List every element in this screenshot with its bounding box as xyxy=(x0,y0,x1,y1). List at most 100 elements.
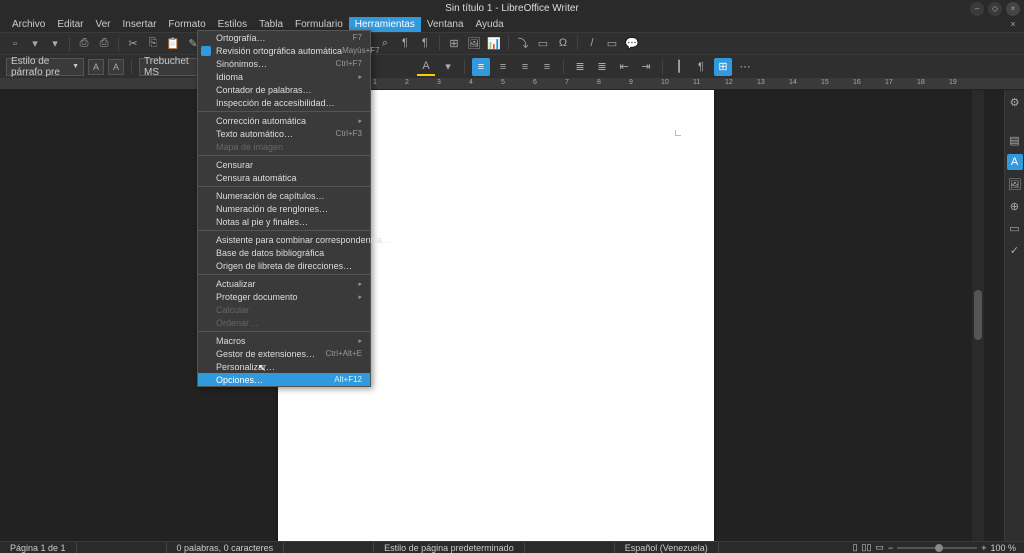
justify-icon[interactable]: ≡ xyxy=(538,58,556,76)
align-left-icon[interactable]: ≡ xyxy=(472,58,490,76)
sidebar-settings-icon[interactable]: ⚙ xyxy=(1007,94,1023,110)
menuitem-corrección-automática[interactable]: Corrección automática▸ xyxy=(198,114,370,127)
align-center-icon[interactable]: ≡ xyxy=(494,58,512,76)
horizontal-ruler[interactable]: 12345678910111213141516171819 xyxy=(0,78,1024,90)
paragraph-style-combo[interactable]: Estilo de párrafo pre▼ xyxy=(6,58,84,76)
menu-ayuda[interactable]: Ayuda xyxy=(470,17,510,32)
new-icon[interactable]: ▫ xyxy=(6,35,24,53)
maximize-button[interactable]: ◇ xyxy=(988,2,1002,16)
menuitem-actualizar[interactable]: Actualizar▸ xyxy=(198,277,370,290)
replace-icon[interactable]: ¶ xyxy=(396,34,414,52)
menu-editar[interactable]: Editar xyxy=(51,17,89,32)
line-spacing-icon[interactable]: ┃ xyxy=(670,58,688,76)
more-icon[interactable]: ⋯ xyxy=(736,58,754,76)
symbol-icon[interactable]: Ω xyxy=(554,34,572,52)
menuitem-macros[interactable]: Macros▸ xyxy=(198,334,370,347)
menuitem-asistente-para-combinar-correspondencia-[interactable]: Asistente para combinar correspondencia… xyxy=(198,233,370,246)
menuitem-mapa-de-imagen: Mapa de imagen xyxy=(198,140,370,153)
menuitem-calcular: Calcular xyxy=(198,303,370,316)
sidebar-properties-icon[interactable]: ▤ xyxy=(1007,132,1023,148)
font-color-icon[interactable]: ▾ xyxy=(439,58,457,76)
sidebar: ⚙ ▤ A 🖼 ⊕ ▭ ✓ xyxy=(1004,90,1024,541)
image-icon[interactable]: 🖼 xyxy=(465,34,483,52)
document-area[interactable] xyxy=(0,90,1004,541)
document-close-button[interactable]: × xyxy=(1006,17,1020,31)
status-wordcount[interactable]: 0 palabras, 0 caracteres xyxy=(167,542,285,553)
menuitem-censura-automática[interactable]: Censura automática xyxy=(198,171,370,184)
menu-ventana[interactable]: Ventana xyxy=(421,17,470,32)
menubar: ArchivoEditarVerInsertarFormatoEstilosTa… xyxy=(0,17,1024,32)
update-style-button[interactable]: A xyxy=(88,59,104,75)
menuitem-ortografía-[interactable]: Ortografía…F7 xyxy=(198,31,370,44)
save-icon[interactable]: ▾ xyxy=(46,35,64,53)
menu-ver[interactable]: Ver xyxy=(89,17,116,32)
menuitem-numeración-de-renglones-[interactable]: Numeración de renglones… xyxy=(198,202,370,215)
menuitem-origen-de-libreta-de-direcciones-[interactable]: Origen de libreta de direcciones… xyxy=(198,259,370,272)
hyperlink-icon[interactable]: / xyxy=(583,34,601,52)
view-single-icon[interactable]: ▯ xyxy=(853,542,858,553)
mouse-cursor-icon: ↖ xyxy=(258,363,266,374)
minimize-button[interactable]: – xyxy=(970,2,984,16)
zoom-value[interactable]: 100 % xyxy=(990,543,1016,553)
menuitem-proteger-documento[interactable]: Proteger documento▸ xyxy=(198,290,370,303)
vertical-scrollbar[interactable] xyxy=(972,90,984,541)
sidebar-styles-icon[interactable]: A xyxy=(1007,154,1023,170)
menuitem-texto-automático-[interactable]: Texto automático…Ctrl+F3 xyxy=(198,127,370,140)
zoom-slider[interactable] xyxy=(897,547,977,549)
number-list-icon[interactable]: ≣ xyxy=(593,58,611,76)
formatting-toolbar: Estilo de párrafo pre▼ A A Trebuchet MS▼… xyxy=(0,54,1024,78)
export-icon[interactable]: ⎙ xyxy=(75,35,93,53)
para-spacing-icon[interactable]: ¶ xyxy=(692,58,710,76)
sidebar-page-icon[interactable]: ▭ xyxy=(1007,220,1023,236)
print-icon[interactable]: ⎙ xyxy=(95,35,113,53)
menuitem-contador-de-palabras-[interactable]: Contador de palabras… xyxy=(198,83,370,96)
menuitem-notas-al-pie-y-finales-[interactable]: Notas al pie y finales… xyxy=(198,215,370,228)
status-language[interactable]: Español (Venezuela) xyxy=(615,542,719,553)
field-icon[interactable]: ▭ xyxy=(534,34,552,52)
menu-archivo[interactable]: Archivo xyxy=(6,17,51,32)
zoom-out-icon[interactable]: − xyxy=(888,543,893,553)
bullet-list-icon[interactable]: ≣ xyxy=(571,58,589,76)
status-page[interactable]: Página 1 de 1 xyxy=(0,542,77,553)
tools-menu: Ortografía…F7Revisión ortográfica automá… xyxy=(197,30,371,387)
outdent-icon[interactable]: ⇤ xyxy=(615,58,633,76)
menu-insertar[interactable]: Insertar xyxy=(117,17,163,32)
scrollbar-thumb[interactable] xyxy=(974,290,982,340)
menuitem-censurar[interactable]: Censurar xyxy=(198,158,370,171)
open-icon[interactable]: ▾ xyxy=(26,35,44,53)
comment-icon[interactable]: 💬 xyxy=(623,34,641,52)
menuitem-sinónimos-[interactable]: Sinónimos…Ctrl+F7 xyxy=(198,57,370,70)
grid-icon[interactable]: ⊞ xyxy=(714,58,732,76)
menuitem-numeración-de-capítulos-[interactable]: Numeración de capítulos… xyxy=(198,189,370,202)
menuitem-opciones-[interactable]: Opciones…Alt+F12 xyxy=(198,373,370,386)
titlebar: Sin título 1 - LibreOffice Writer – ◇ × xyxy=(0,0,1024,17)
sidebar-gallery-icon[interactable]: 🖼 xyxy=(1007,176,1023,192)
new-style-button[interactable]: A xyxy=(108,59,124,75)
nonprinting-icon[interactable]: ¶ xyxy=(416,34,434,52)
status-page-style[interactable]: Estilo de página predeterminado xyxy=(374,542,525,553)
zoom-in-icon[interactable]: + xyxy=(981,543,986,553)
paste-icon[interactable]: 📋 xyxy=(164,35,182,53)
footnote-icon[interactable]: ▭ xyxy=(603,34,621,52)
view-book-icon[interactable]: ▭ xyxy=(875,542,884,553)
sidebar-navigator-icon[interactable]: ⊕ xyxy=(1007,198,1023,214)
close-button[interactable]: × xyxy=(1006,2,1020,16)
menuitem-base-de-datos-bibliográfica[interactable]: Base de datos bibliográfica xyxy=(198,246,370,259)
copy-icon[interactable]: ⎘ xyxy=(144,35,162,53)
menuitem-idioma[interactable]: Idioma▸ xyxy=(198,70,370,83)
align-right-icon[interactable]: ≡ xyxy=(516,58,534,76)
text-cursor xyxy=(675,130,681,136)
menuitem-inspección-de-accesibilidad-[interactable]: Inspección de accesibilidad… xyxy=(198,96,370,109)
menuitem-revisión-ortográfica-automática[interactable]: Revisión ortográfica automáticaMayús+F7 xyxy=(198,44,370,57)
menuitem-gestor-de-extensiones-[interactable]: Gestor de extensiones…Ctrl+Alt+E xyxy=(198,347,370,360)
page-break-icon[interactable]: ⤵ xyxy=(514,34,532,52)
view-multi-icon[interactable]: ▯▯ xyxy=(862,542,872,553)
cut-icon[interactable]: ✂ xyxy=(124,35,142,53)
indent-icon[interactable]: ⇥ xyxy=(637,58,655,76)
chart-icon[interactable]: 📊 xyxy=(485,34,503,52)
highlight-color-icon[interactable]: A xyxy=(417,58,435,76)
menuitem-personalizar-[interactable]: Personalizar… xyxy=(198,360,370,373)
window-title: Sin título 1 - LibreOffice Writer xyxy=(445,3,579,14)
sidebar-inspect-icon[interactable]: ✓ xyxy=(1007,242,1023,258)
table-icon[interactable]: ⊞ xyxy=(445,34,463,52)
